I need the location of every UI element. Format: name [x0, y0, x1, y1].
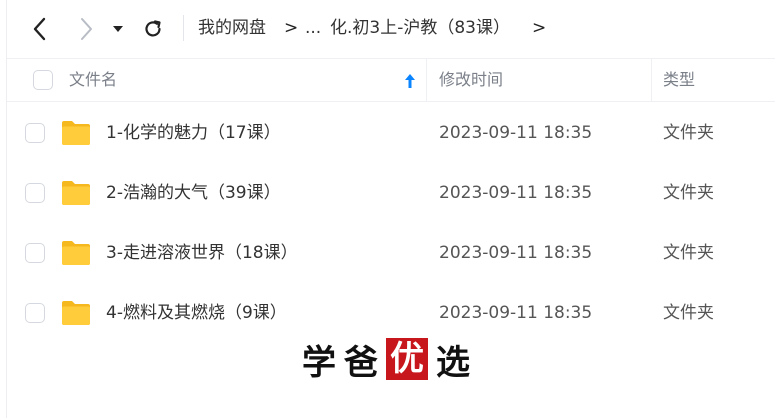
file-modified: 2023-09-11 18:35 [439, 303, 593, 323]
watermark-char: 学 [302, 342, 336, 383]
header-name[interactable]: 文件名 [69, 59, 117, 101]
back-button[interactable] [25, 14, 55, 44]
file-name[interactable]: 2-浩瀚的大气（39课） [106, 181, 281, 205]
history-dropdown-button[interactable] [106, 14, 130, 44]
watermark-char: 选 [436, 342, 470, 383]
watermark-logo: 学 爸 优 选 [302, 336, 470, 383]
column-divider[interactable] [426, 59, 427, 101]
file-type: 文件夹 [663, 243, 714, 263]
file-modified: 2023-09-11 18:35 [439, 123, 593, 143]
watermark-char: 爸 [344, 342, 378, 383]
breadcrumb-root[interactable]: 我的网盘 [198, 16, 266, 40]
folder-icon [62, 301, 90, 325]
toolbar: 我的网盘 > ... 化.初3上-沪教（83课） > [7, 0, 775, 57]
file-type: 文件夹 [663, 183, 714, 203]
watermark-char-highlight: 优 [386, 338, 428, 380]
folder-icon [62, 121, 90, 145]
breadcrumb-current[interactable]: 化.初3上-沪教（83课） [330, 16, 510, 40]
file-modified: 2023-09-11 18:35 [439, 243, 593, 263]
refresh-icon [145, 20, 161, 37]
column-divider[interactable] [651, 59, 652, 101]
toolbar-divider [183, 15, 184, 41]
table-row[interactable]: 4-燃料及其燃烧（9课） 2023-09-11 18:35 文件夹 [7, 283, 775, 343]
file-browser: 我的网盘 > ... 化.初3上-沪教（83课） > 文件名 修改时间 类型 1… [6, 0, 775, 418]
file-name[interactable]: 3-走进溶液世界（18课） [106, 241, 298, 265]
breadcrumb-separator: > [284, 18, 299, 38]
row-checkbox[interactable] [25, 183, 45, 203]
folder-icon [62, 181, 90, 205]
file-type: 文件夹 [663, 123, 714, 143]
breadcrumb-ellipsis[interactable]: ... [305, 16, 321, 40]
select-all-checkbox[interactable] [33, 70, 53, 90]
file-modified: 2023-09-11 18:35 [439, 183, 593, 203]
caret-down-icon [113, 26, 123, 32]
row-checkbox[interactable] [25, 303, 45, 323]
table-row[interactable]: 3-走进溶液世界（18课） 2023-09-11 18:35 文件夹 [7, 223, 775, 283]
row-checkbox[interactable] [25, 243, 45, 263]
sort-ascending-icon[interactable] [403, 72, 417, 90]
chevron-right-icon [81, 18, 92, 40]
refresh-button[interactable] [138, 14, 168, 44]
folder-icon [62, 241, 90, 265]
forward-button[interactable] [71, 14, 101, 44]
header-type[interactable]: 类型 [663, 59, 695, 101]
chevron-left-icon [33, 17, 46, 41]
table-row[interactable]: 2-浩瀚的大气（39课） 2023-09-11 18:35 文件夹 [7, 163, 775, 223]
file-name[interactable]: 4-燃料及其燃烧（9课） [106, 301, 287, 325]
row-checkbox[interactable] [25, 123, 45, 143]
file-name[interactable]: 1-化学的魅力（17课） [106, 121, 281, 145]
header-modified[interactable]: 修改时间 [439, 59, 503, 101]
table-header: 文件名 修改时间 类型 [7, 58, 775, 102]
breadcrumb-trailing-separator[interactable]: > [532, 16, 546, 40]
file-type: 文件夹 [663, 303, 714, 323]
table-row[interactable]: 1-化学的魅力（17课） 2023-09-11 18:35 文件夹 [7, 103, 775, 163]
